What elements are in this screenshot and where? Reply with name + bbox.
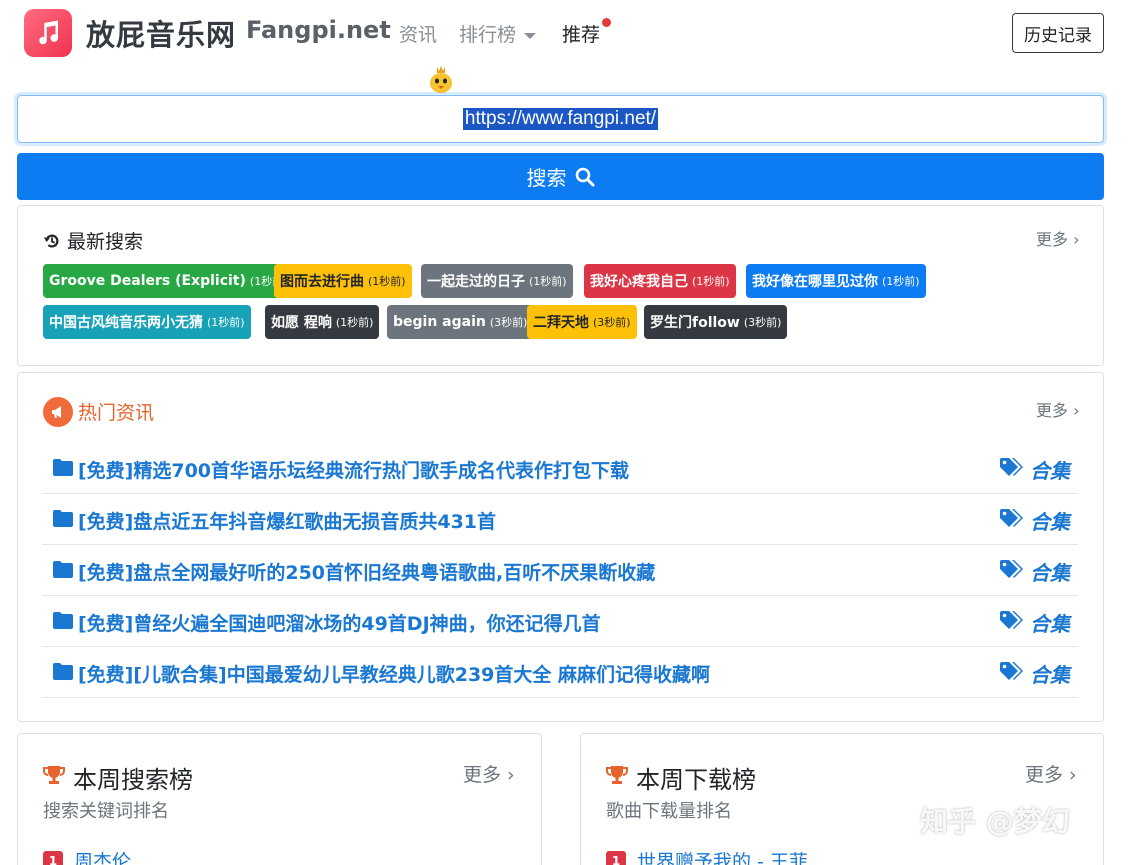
tag-time: (1秒前) — [882, 275, 920, 288]
recent-search-tag[interactable]: 图而去进行曲 (1秒前) — [274, 264, 412, 298]
recent-search-tag[interactable]: begin again (3秒前) — [387, 305, 534, 339]
news-link[interactable]: [免费]曾经火遍全国迪吧溜冰场的49首DJ神曲，你还记得几首 — [78, 609, 601, 636]
collection-label[interactable]: 合集 — [1030, 557, 1070, 586]
collection-label[interactable]: 合集 — [1030, 455, 1070, 484]
collection-label[interactable]: 合集 — [1030, 506, 1070, 535]
tag-label: 中国古风纯音乐两小无猜 — [49, 315, 203, 331]
recent-search-tag[interactable]: 罗生门follow (3秒前) — [644, 305, 788, 339]
recent-search-tag[interactable]: 我好心疼我自己 (1秒前) — [584, 264, 736, 298]
tag-time: (1秒前) — [335, 316, 374, 329]
weekly-download-more-label: 更多 — [1025, 764, 1064, 786]
nav-news[interactable]: 资讯 — [399, 20, 437, 47]
news-link[interactable]: [免费]盘点近五年抖音爆红歌曲无损音质共431首 — [78, 507, 496, 534]
recent-search-tag[interactable]: 我好像在哪里见过你 (1秒前) — [746, 264, 926, 298]
tag-time: (3秒前) — [743, 316, 782, 329]
tag-time: (3秒前) — [593, 316, 631, 329]
weekly-download-title: 本周下载榜 — [636, 766, 756, 794]
brand-domain[interactable]: Fangpi.net — [246, 16, 391, 44]
news-row: [免费][儿歌合集]中国最爱幼儿早教经典儿歌239首大全 麻麻们记得收藏啊 合集 — [42, 647, 1078, 698]
tag-label: 二拜天地 — [533, 315, 589, 331]
recent-search-tag[interactable]: 如愿 程响 (1秒前) — [265, 305, 380, 339]
recent-more-link[interactable]: 更多 › — [1036, 226, 1080, 250]
brand-name[interactable]: 放屁音乐网 — [86, 12, 236, 54]
search-input[interactable]: https://www.fangpi.net/ — [17, 95, 1104, 143]
weekly-download-subtitle: 歌曲下载量排名 — [606, 801, 732, 822]
caret-down-icon — [524, 32, 537, 39]
megaphone-icon — [43, 397, 73, 427]
search-button[interactable]: 搜索 — [17, 153, 1104, 200]
tag-label: 我好心疼我自己 — [590, 274, 688, 290]
news-row: [免费]盘点全网最好听的250首怀旧经典粤语歌曲,百听不厌果断收藏 合集 — [42, 545, 1078, 596]
weekly-search-more-label: 更多 — [463, 764, 502, 786]
search-icon — [575, 167, 594, 186]
weekly-search-title: 本周搜索榜 — [73, 766, 193, 794]
news-link[interactable]: [免费][儿歌合集]中国最爱幼儿早教经典儿歌239首大全 麻麻们记得收藏啊 — [78, 660, 710, 687]
history-icon — [43, 234, 59, 247]
weekly-download-more-link[interactable]: 更多 › — [1025, 760, 1077, 787]
recent-search-tag[interactable]: Groove Dealers (Explicit) (1秒前) — [43, 264, 294, 298]
news-row: [免费]盘点近五年抖音爆红歌曲无损音质共431首 合集 — [42, 494, 1078, 545]
history-button[interactable]: 历史记录 — [1012, 13, 1104, 53]
folder-icon — [53, 510, 73, 527]
tags-icon — [1000, 509, 1023, 527]
weekly-search-item[interactable]: 周杰伦 — [74, 847, 131, 865]
tag-label: 我好像在哪里见过你 — [752, 274, 878, 290]
hot-news-more-link[interactable]: 更多 › — [1036, 397, 1080, 421]
search-button-label: 搜索 — [526, 166, 567, 190]
search-input-value: https://www.fangpi.net/ — [462, 108, 659, 130]
news-row: [免费]曾经火遍全国迪吧溜冰场的49首DJ神曲，你还记得几首 合集 — [42, 596, 1078, 647]
tags-icon — [1000, 662, 1023, 680]
tag-time: (3秒前) — [489, 316, 528, 329]
collection-label[interactable]: 合集 — [1030, 659, 1070, 688]
recent-searches-title: 最新搜索 — [43, 227, 143, 254]
rank-number: 1 — [43, 851, 63, 865]
tag-label: begin again — [393, 314, 486, 330]
recent-more-label: 更多 — [1036, 230, 1069, 249]
recent-search-tag[interactable]: 一起走过的日子 (1秒前) — [421, 264, 573, 298]
news-row: [免费]精选700首华语乐坛经典流行热门歌手成名代表作打包下载 合集 — [42, 443, 1078, 494]
tags-icon — [1000, 560, 1023, 578]
collection-label[interactable]: 合集 — [1030, 608, 1070, 637]
recent-search-tag[interactable]: 中国古风纯音乐两小无猜 (1秒前) — [43, 305, 251, 339]
folder-icon — [53, 612, 73, 629]
folder-icon — [53, 459, 73, 476]
rank-number: 1 — [606, 851, 626, 865]
navbar: 放屁音乐网 Fangpi.net 资讯 排行榜 推荐 历史记录 — [0, 0, 1128, 64]
nav-charts-label: 排行榜 — [459, 24, 517, 46]
tag-time: (1秒前) — [368, 275, 406, 288]
notification-dot — [602, 18, 611, 27]
recent-title-text: 最新搜索 — [67, 231, 144, 253]
tag-label: 如愿 程响 — [271, 315, 332, 331]
folder-icon — [53, 561, 73, 578]
weekly-search-subtitle: 搜索关键词排名 — [43, 801, 169, 822]
weekly-download-item[interactable]: 世界赠予我的 - 王菲 — [637, 847, 808, 865]
news-link[interactable]: [免费]精选700首华语乐坛经典流行热门歌手成名代表作打包下载 — [78, 456, 629, 483]
trophy-icon — [43, 766, 65, 784]
hot-news-more-label: 更多 — [1036, 401, 1069, 420]
watermark: 知乎 @梦幻 — [920, 805, 1070, 838]
chick-mascot-icon — [430, 66, 452, 93]
nav-charts-dropdown[interactable]: 排行榜 — [459, 20, 537, 47]
music-note-icon[interactable] — [24, 9, 72, 57]
tag-label: 罗生门follow — [650, 315, 740, 331]
tag-label: 图而去进行曲 — [280, 274, 364, 290]
tags-icon — [1000, 611, 1023, 629]
news-link[interactable]: [免费]盘点全网最好听的250首怀旧经典粤语歌曲,百听不厌果断收藏 — [78, 558, 655, 585]
trophy-icon — [606, 766, 628, 784]
hot-news-title: 热门资讯 — [78, 402, 155, 424]
tag-time: (1秒前) — [692, 275, 730, 288]
tag-time: (1秒前) — [529, 275, 567, 288]
tags-icon — [1000, 458, 1023, 476]
recent-search-tag[interactable]: 二拜天地 (3秒前) — [527, 305, 637, 339]
weekly-search-more-link[interactable]: 更多 › — [463, 760, 515, 787]
tag-label: Groove Dealers (Explicit) — [49, 273, 246, 289]
tag-time: (1秒前) — [207, 316, 245, 329]
nav-recommend[interactable]: 推荐 — [562, 20, 600, 47]
folder-icon — [53, 663, 73, 680]
tag-label: 一起走过的日子 — [427, 274, 525, 290]
